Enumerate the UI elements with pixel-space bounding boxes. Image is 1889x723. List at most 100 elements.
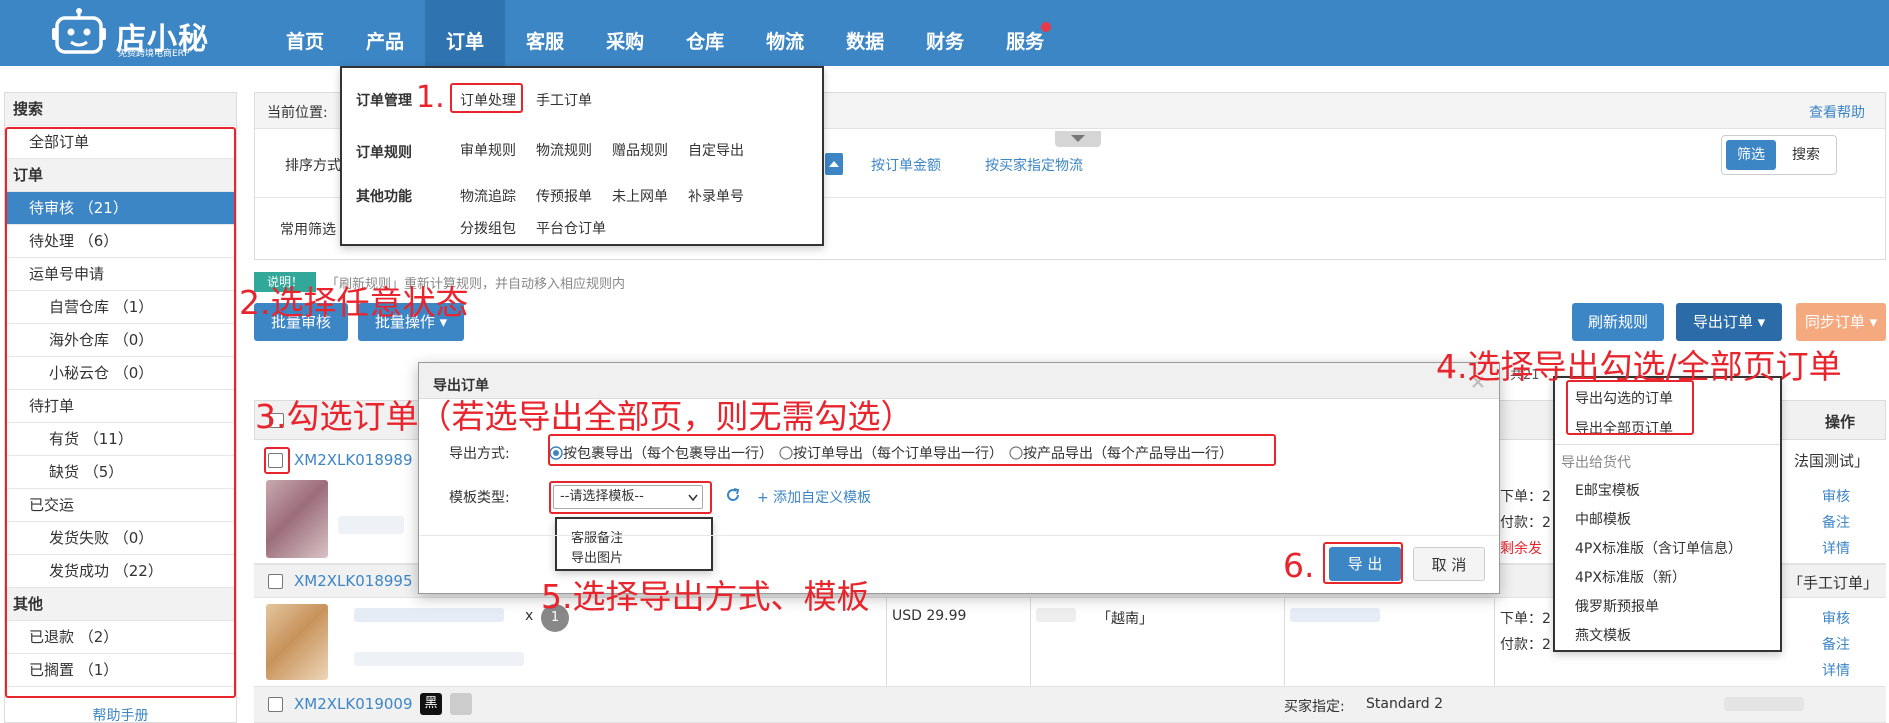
help-manual-link[interactable]: 帮助手册 [5,705,236,723]
review-link[interactable]: 审核 [1822,486,1850,506]
remark-link[interactable]: 备注 [1822,512,1850,532]
collapse-toggle[interactable] [1055,131,1101,147]
annotation-step3: 3.勾选订单（若选导出全部页，则无需勾选） [255,397,914,436]
template-option-export-image[interactable]: 导出图片 [571,547,623,566]
menu-item-allocation[interactable]: 分拨组包 [460,218,516,238]
annotation-step1: 1. [416,80,445,115]
logo-subtitle: 免费跨境电商ERP [118,49,190,59]
payment-time-label: 付款：2 [1500,637,1551,653]
forwarder-china-post[interactable]: 中邮模板 [1575,509,1631,529]
nav-logistics[interactable]: 物流 [745,0,825,66]
nav-services[interactable]: 服务 [985,0,1065,66]
menu-item-not-online[interactable]: 未上网单 [612,186,668,206]
nav-customer-service[interactable]: 客服 [505,0,585,66]
blurred-field [1724,697,1804,711]
nav-products[interactable]: 产品 [345,0,425,66]
quantity-x: x [525,608,534,624]
annotation-box-status [5,127,236,698]
dialog-divider [419,535,1499,536]
menu-item-gift-rules[interactable]: 赠品规则 [612,140,668,160]
menu-divider [1555,444,1780,445]
forwarder-yanwen[interactable]: 燕文模板 [1575,625,1631,645]
operate-column-header: 操作 [1825,413,1856,431]
order-id-link[interactable]: XM2XLK018989 [294,451,413,469]
nav-orders[interactable]: 订单 [425,0,506,66]
review-link[interactable]: 审核 [1822,608,1850,628]
refresh-rules-button[interactable]: 刷新规则 [1572,303,1664,341]
help-link[interactable]: 查看帮助 [1809,102,1865,122]
menu-item-custom-export[interactable]: 自定导出 [688,140,744,160]
nav-services-label: 服务 [1006,31,1045,53]
forwarder-russia-forecast[interactable]: 俄罗斯预报单 [1575,596,1659,616]
order-checkbox[interactable] [268,574,283,589]
export-method-label: 导出方式: [449,446,510,462]
forwarder-4px-new[interactable]: 4PX标准版（新） [1575,567,1686,587]
tag-badge [450,693,472,715]
notification-dot-icon [1041,22,1052,32]
sort-label: 排序方式 [285,158,341,174]
menu-item-upload-forecast[interactable]: 传预报单 [536,186,592,206]
menu-group-order-rules: 订单规则 [356,145,412,161]
remaining-ship-label: 剩余发 [1500,541,1542,557]
payment-time-label: 付款：2 [1500,515,1551,531]
menu-item-tracking[interactable]: 物流追踪 [460,186,516,206]
menu-group-other: 其他功能 [356,189,412,205]
menu-group-order-manage: 订单管理 [356,93,412,109]
chevron-down-icon [1071,135,1085,142]
nav-warehouse[interactable]: 仓库 [665,0,745,66]
forwarder-4px-with-order[interactable]: 4PX标准版（含订单信息） [1575,538,1742,558]
buyer-specified-label: 买家指定: [1284,699,1345,715]
menu-item-review-rules[interactable]: 审单规则 [460,140,516,160]
order-nav-dropdown: 订单管理 订单处理 手工订单 订单规则 审单规则 物流规则 赠品规则 自定导出 … [340,66,824,246]
remark-link[interactable]: 备注 [1822,634,1850,654]
menu-item-logistics-rules[interactable]: 物流规则 [536,140,592,160]
export-orders-button[interactable]: 导出订单 ▾ [1676,303,1782,341]
annotation-box-export-method [548,434,1276,466]
logo[interactable]: 店小秘 免费跨境电商ERP [52,6,252,60]
annotation-step4: 4.选择导出勾选/全部页订单 [1436,347,1842,386]
product-thumbnail [266,604,328,680]
sort-by-amount[interactable]: 按订单金额 [871,155,941,175]
annotation-box-export-button [1323,542,1403,584]
annotation-step2: 2.选择任意状态 [239,283,469,322]
nav-home[interactable]: 首页 [265,0,345,66]
column-divider [886,598,887,686]
export-to-forwarder-section: 导出给货代 [1561,455,1631,471]
column-divider [1030,598,1031,686]
detail-link[interactable]: 详情 [1822,538,1850,558]
menu-item-fill-tracking[interactable]: 补录单号 [688,186,744,206]
order-price: USD 29.99 [892,608,967,624]
product-thumbnail [266,480,328,558]
nav-purchase[interactable]: 采购 [585,0,665,66]
column-divider [1284,598,1285,686]
annotation-step5: 5.选择导出方式、模板 [541,577,870,616]
cancel-button[interactable]: 取 消 [1413,547,1485,581]
nav-data[interactable]: 数据 [825,0,905,66]
sort-arrow-button[interactable] [825,153,843,175]
search-button[interactable]: 搜索 [1780,140,1832,170]
template-type-label: 模板类型: [449,490,510,506]
menu-item-platform-warehouse[interactable]: 平台仓订单 [536,218,606,238]
sync-orders-button[interactable]: 同步订单 ▾ [1796,303,1886,341]
filter-button[interactable]: 筛选 [1726,140,1776,170]
menu-item-manual-order[interactable]: 手工订单 [536,90,592,110]
template-option-cs-remark[interactable]: 客服备注 [571,527,623,546]
blacklist-badge: 黑 [420,693,442,715]
order-id-link[interactable]: XM2XLK018995 [294,572,413,590]
order-id-link[interactable]: XM2XLK019009 [294,695,413,713]
add-custom-template-link[interactable]: + 添加自定义模板 [757,487,871,507]
refresh-icon[interactable] [725,487,741,503]
sort-by-buyer-logistics[interactable]: 按买家指定物流 [985,155,1083,175]
order-tag: 法国测试」 [1794,452,1870,470]
main-nav: 首页 产品 订单 客服 采购 仓库 物流 数据 财务 服务 [265,0,1065,66]
logistics-blurred [1290,608,1380,622]
order-row-header: XM2XLK019009 黑 买家指定: Standard 2 [254,686,1886,723]
forwarder-eub[interactable]: E邮宝模板 [1575,480,1640,500]
nav-finance[interactable]: 财务 [905,0,985,66]
breadcrumb: 当前位置: [267,105,328,121]
detail-link[interactable]: 详情 [1822,660,1850,680]
column-divider [1494,598,1495,686]
product-sku-blurred [354,652,524,666]
order-checkbox[interactable] [268,697,283,712]
annotation-box-checkbox [264,447,290,474]
